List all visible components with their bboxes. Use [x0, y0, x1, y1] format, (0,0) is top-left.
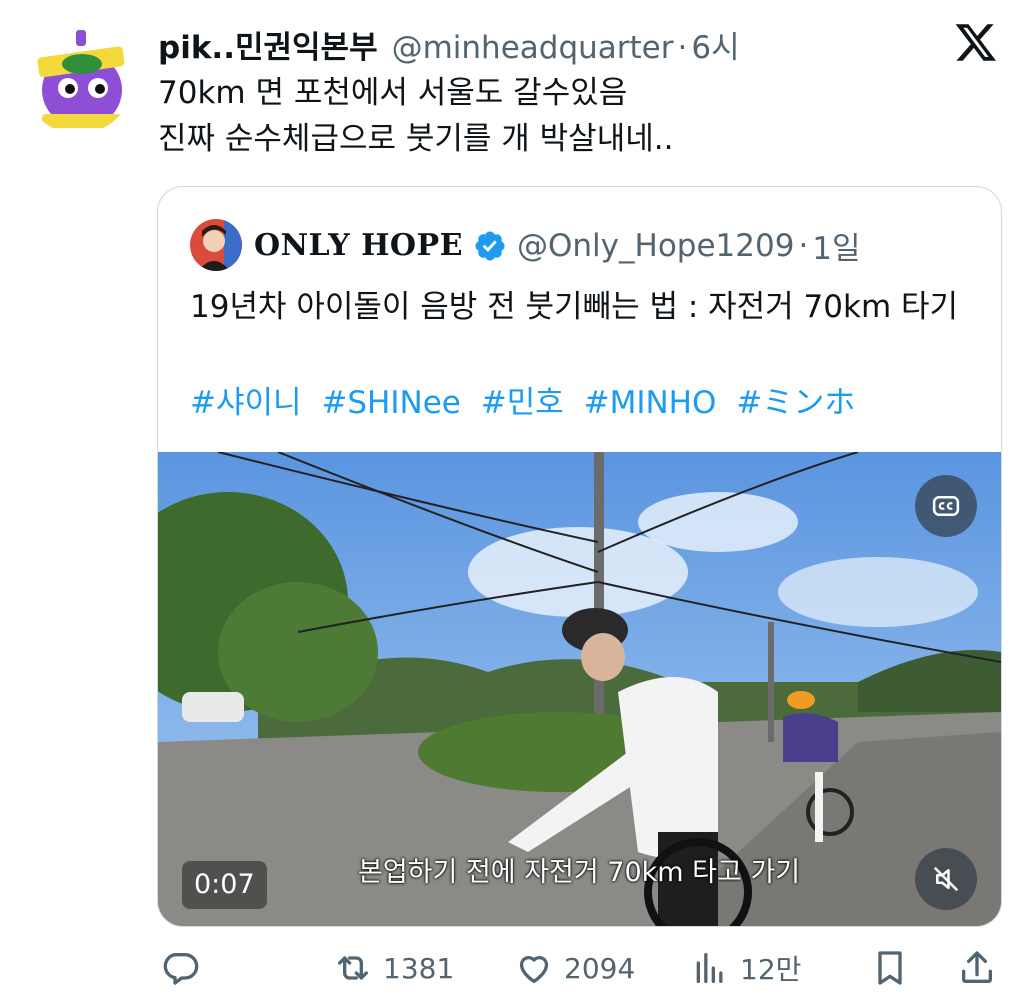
quoted-tweet-hashtags: #샤이니 #SHINee #민호 #MINHO #ミンホ [190, 379, 865, 427]
retweet-button[interactable]: 1381 [333, 948, 454, 988]
person-photo-icon [190, 219, 242, 271]
x-logo-icon[interactable] [954, 20, 998, 64]
quoted-tweet-header: ONLY HOPE @Only_Hope1209 · 1일 [254, 223, 861, 268]
mute-button[interactable] [915, 848, 977, 910]
avatar-cartoon-icon [22, 22, 134, 134]
hashtag-link[interactable]: #SHINee [321, 385, 460, 421]
quoted-tweet-time[interactable]: 1일 [812, 223, 860, 268]
quoted-author-handle[interactable]: @Only_Hope1209 [517, 228, 794, 264]
muted-speaker-icon [933, 866, 959, 892]
hashtag-link[interactable]: #MINHO [584, 385, 717, 421]
hashtag-link[interactable]: #민호 [481, 385, 564, 421]
reply-button[interactable] [160, 948, 200, 988]
views-button[interactable]: 12만 [690, 948, 801, 988]
tweet-text: 70km 면 포천에서 서울도 갈수있음 진짜 순수체급으로 붓기를 개 박살내… [158, 70, 978, 162]
retweet-icon [338, 956, 368, 980]
closed-captions-icon [932, 496, 960, 516]
tweet-header: pik..민권익본부 @minheadquarter · 6시 [158, 22, 740, 66]
quoted-tweet-text: 19년차 아이돌이 음방 전 붓기빼는 법 : 자전거 70km 타기 [190, 289, 959, 325]
separator-dot: · [677, 30, 688, 66]
hashtag-link[interactable]: #샤이니 [190, 385, 302, 421]
like-count: 2094 [564, 951, 636, 985]
views-chart-icon [696, 953, 723, 983]
tweet-time[interactable]: 6시 [691, 22, 739, 67]
quoted-tweet-card[interactable]: ONLY HOPE @Only_Hope1209 · 1일 19년차 아이돌이 … [157, 186, 1002, 927]
quoted-author-name[interactable]: ONLY HOPE [254, 228, 463, 263]
tweet-action-bar: 1381 2094 12만 [0, 940, 1024, 1000]
reply-icon [163, 953, 199, 985]
video-timer: 0:07 [182, 861, 267, 909]
video-subtitle: 본업하기 전에 자전거 70km 타고 가기 [358, 857, 801, 888]
quoted-author-avatar[interactable] [190, 219, 242, 271]
tweet-line-1: 70km 면 포천에서 서울도 갈수있음 [158, 75, 628, 111]
tweet-line-2: 진짜 순수체급으로 붓기를 개 박살내네.. [158, 121, 674, 157]
separator-dot: · [798, 227, 809, 264]
author-name[interactable]: pik..민권익본부 [158, 22, 378, 67]
author-avatar[interactable] [22, 22, 134, 134]
bookmark-button[interactable] [870, 948, 910, 988]
verified-badge-icon [475, 230, 505, 261]
heart-icon [519, 955, 549, 983]
like-button[interactable]: 2094 [514, 948, 635, 988]
retweet-count: 1381 [383, 951, 455, 985]
video-player[interactable]: 0:07 본업하기 전에 자전거 70km 타고 가기 [158, 452, 1001, 926]
captions-button[interactable] [915, 475, 977, 537]
bookmark-icon [878, 951, 902, 985]
author-handle[interactable]: @minheadquarter [392, 30, 674, 66]
hashtag-link[interactable]: #ミンホ [736, 385, 855, 421]
share-button[interactable] [957, 948, 997, 988]
share-icon [962, 951, 992, 983]
views-count: 12만 [740, 953, 802, 986]
